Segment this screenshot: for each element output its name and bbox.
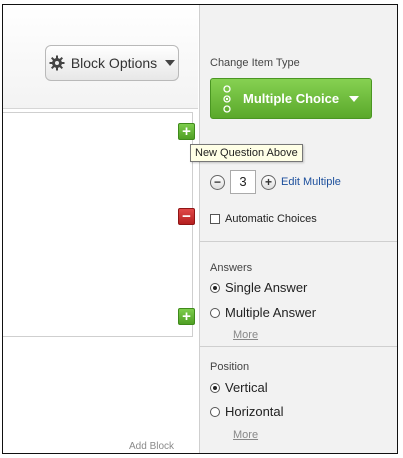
minus-icon: −	[182, 208, 191, 225]
position-more-link[interactable]: More	[233, 429, 258, 441]
position-heading: Position	[210, 361, 250, 373]
change-item-type-dropdown[interactable]: Multiple Choice	[210, 78, 372, 119]
single-answer-label: Single Answer	[225, 280, 308, 295]
question-card[interactable]	[3, 112, 193, 337]
section-divider	[200, 241, 397, 242]
block-options-label: Block Options	[70, 55, 158, 71]
decrease-choices-button[interactable]: −	[210, 174, 225, 190]
choices-stepper: − 3 + Edit Multiple	[210, 170, 341, 194]
automatic-choices-checkbox[interactable]	[210, 214, 220, 224]
add-block-link[interactable]: Add Block	[129, 441, 174, 452]
gear-icon	[49, 55, 65, 71]
multiple-answer-label: Multiple Answer	[225, 305, 317, 320]
plus-icon: +	[182, 123, 191, 140]
increase-choices-button[interactable]: +	[261, 174, 276, 190]
answer-option-single[interactable]: Single Answer	[210, 280, 307, 295]
block-lower-area	[3, 339, 198, 453]
answers-heading: Answers	[210, 262, 253, 274]
plus-icon: +	[182, 308, 191, 325]
item-type-value: Multiple Choice	[243, 91, 340, 106]
automatic-choices-label: Automatic Choices	[225, 213, 317, 225]
section-divider	[200, 346, 397, 347]
radio-multiple-answer[interactable]	[210, 307, 220, 318]
choices-count-input[interactable]: 3	[230, 170, 256, 194]
radio-single-answer[interactable]	[210, 282, 220, 293]
vertical-label: Vertical	[225, 380, 268, 395]
answers-more-link[interactable]: More	[233, 329, 258, 341]
block-header: Block Options	[3, 5, 198, 109]
chevron-down-icon	[165, 60, 176, 66]
change-item-type-label: Change Item Type	[210, 57, 300, 69]
editor-canvas: Block Options Add Block	[3, 5, 198, 453]
add-question-below-button[interactable]: +	[178, 308, 195, 325]
radio-horizontal[interactable]	[210, 406, 220, 417]
horizontal-label: Horizontal	[225, 404, 284, 419]
answer-option-multiple[interactable]: Multiple Answer	[210, 305, 316, 320]
position-option-vertical[interactable]: Vertical	[210, 380, 268, 395]
add-question-above-button[interactable]: +	[178, 123, 195, 140]
radio-vertical[interactable]	[210, 382, 220, 393]
block-options-button[interactable]: Block Options	[45, 45, 179, 81]
automatic-choices-row[interactable]: Automatic Choices	[210, 213, 317, 225]
tooltip-new-question-above: New Question Above	[190, 144, 303, 162]
position-option-horizontal[interactable]: Horizontal	[210, 404, 284, 419]
chevron-down-icon	[349, 95, 359, 102]
three-dots-icon	[211, 84, 243, 114]
survey-editor-frame: Block Options Add Block + New Question A…	[2, 4, 398, 454]
edit-multiple-link[interactable]: Edit Multiple	[281, 176, 341, 188]
question-options-panel: Change Item Type Multiple Choice − 3 + E…	[199, 5, 397, 453]
remove-question-button[interactable]: −	[178, 208, 195, 225]
